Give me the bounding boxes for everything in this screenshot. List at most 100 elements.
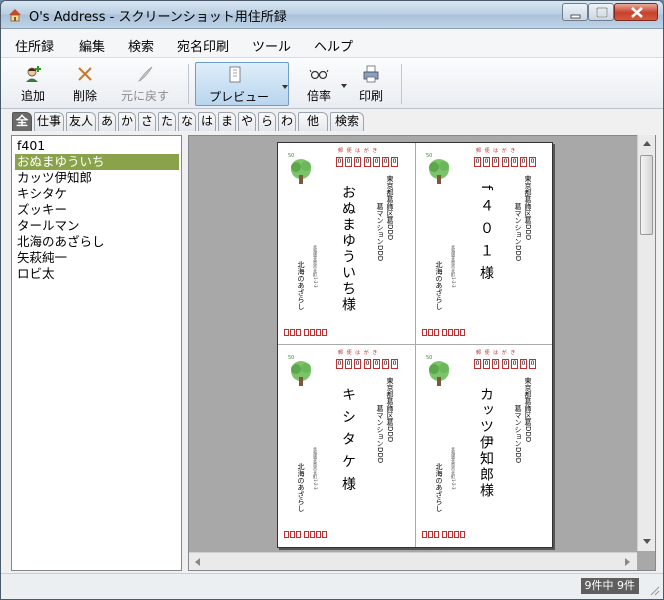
tab-na[interactable]: な: [178, 112, 196, 131]
zip-box: [304, 329, 309, 336]
zip-box: [316, 531, 321, 538]
title-bar[interactable]: O's Address - スクリーンショット用住所録: [1, 1, 663, 29]
maximize-button[interactable]: [588, 3, 614, 21]
scroll-down-icon[interactable]: [643, 539, 651, 544]
print-button[interactable]: 印刷: [353, 62, 389, 106]
tab-a[interactable]: あ: [98, 112, 116, 131]
scroll-left-icon[interactable]: [195, 558, 200, 566]
menu-search[interactable]: 検索: [128, 36, 154, 55]
recipient-address-line2: 葛マンションDDD: [376, 405, 384, 464]
contact-item[interactable]: 矢萩純一: [15, 250, 179, 266]
print-preview-pane[interactable]: 郵 便 は が き 50 0 0 0 0 0 0 0 東京都葛飾区葛DDD 葛マンションDDD おぬま…: [188, 135, 656, 571]
preview-dropdown-icon[interactable]: [282, 85, 288, 89]
contact-item[interactable]: ズッキー: [15, 202, 179, 218]
zip-box: [454, 531, 459, 538]
zip-box: [304, 531, 309, 538]
contact-item[interactable]: 北海のあざらし: [15, 234, 179, 250]
postcard-preview: 郵 便 は が き 50 0 0 0 0 0 0 0 東京都葛飾区葛DDD 葛マンションDDD f ４…: [416, 143, 553, 345]
toolbar: 追加 削除 元に戻す プレビュー 倍率 印刷: [1, 57, 663, 109]
tab-work[interactable]: 仕事: [34, 112, 64, 131]
tab-wa[interactable]: わ: [278, 112, 296, 131]
tab-other[interactable]: 他: [298, 112, 328, 131]
zip-box: [296, 329, 301, 336]
sender-name: 北海のあざらし: [435, 463, 443, 512]
menu-edit[interactable]: 編集: [79, 36, 105, 55]
close-icon: [631, 7, 643, 18]
zoom-button[interactable]: 倍率: [301, 62, 337, 106]
add-button[interactable]: 追加: [13, 62, 53, 106]
recipient-name: おぬまゆういち様: [340, 185, 356, 313]
tab-ma[interactable]: ま: [218, 112, 236, 131]
zip-digit: 0: [474, 359, 481, 369]
menu-help[interactable]: ヘルプ: [314, 36, 353, 55]
tab-ta[interactable]: た: [158, 112, 176, 131]
delete-x-icon: [78, 67, 92, 81]
horizontal-scrollbar[interactable]: [189, 552, 637, 570]
vertical-scrollbar[interactable]: [637, 135, 655, 551]
zip-digit: 0: [391, 359, 398, 369]
contact-item[interactable]: カッツ伊知郎: [15, 170, 179, 186]
recipient-address-line2: 葛マンションDDD: [514, 405, 522, 464]
tab-ra[interactable]: ら: [258, 112, 276, 131]
index-tabs: 全 仕事 友人 あ か さ た な は ま や ら わ 他 検索: [1, 109, 663, 131]
toolbar-separator: [188, 64, 189, 104]
maximize-icon: [596, 7, 608, 18]
contact-item[interactable]: タールマン: [15, 218, 179, 234]
minimize-icon: [570, 14, 581, 19]
recipient-address-line1: 東京都葛飾区葛DDD: [386, 377, 394, 443]
zip-box: [290, 531, 295, 538]
zip-digit: 0: [483, 359, 490, 369]
zip-digit: 0: [520, 359, 527, 369]
sender-address: 北海道北見市北町1-2-3: [313, 245, 318, 288]
sender-address: 北海道北見市北町1-2-3: [313, 447, 318, 490]
record-count: 9件中 9件: [580, 578, 639, 594]
zip-box: [322, 329, 327, 336]
resize-grip-icon[interactable]: [648, 584, 660, 596]
zip-digit: 0: [492, 157, 499, 167]
zip-digit: 0: [511, 359, 518, 369]
tab-ha[interactable]: は: [198, 112, 216, 131]
app-house-icon: [9, 9, 21, 22]
zip-digit: 0: [364, 157, 371, 167]
menu-address-book[interactable]: 住所録: [15, 36, 54, 55]
tab-sa[interactable]: さ: [138, 112, 156, 131]
preview-button[interactable]: プレビュー: [195, 62, 289, 106]
tab-search[interactable]: 検索: [330, 112, 364, 131]
tab-all[interactable]: 全: [12, 112, 32, 131]
contact-item[interactable]: ロビ太: [15, 266, 179, 282]
zip-box: [460, 531, 465, 538]
zip-digit: 0: [520, 157, 527, 167]
contact-item[interactable]: キシタケ: [15, 186, 179, 202]
zip-box: [422, 531, 427, 538]
minimize-button[interactable]: [562, 3, 588, 21]
sender-name: 北海のあざらし: [435, 261, 443, 310]
menu-tools[interactable]: ツール: [252, 36, 291, 55]
sender-name: 北海のあざらし: [297, 261, 305, 310]
close-button[interactable]: [614, 3, 658, 21]
zip-digit: 0: [511, 157, 518, 167]
undo-button[interactable]: 元に戻す: [113, 62, 177, 106]
scroll-right-icon[interactable]: [625, 558, 630, 566]
tab-friends[interactable]: 友人: [66, 112, 96, 131]
postcard-preview: 郵 便 は が き 50 0 0 0 0 0 0 0 東京都葛飾区葛DDD 葛マンションDDD キ シ…: [278, 345, 415, 547]
zip-digit: 0: [382, 359, 389, 369]
scroll-up-icon[interactable]: [643, 141, 651, 146]
zip-box: [290, 329, 295, 336]
zip-digit: 0: [354, 359, 361, 369]
zip-box: [442, 329, 447, 336]
tab-ka[interactable]: か: [118, 112, 136, 131]
add-person-icon: [26, 66, 41, 82]
menu-address-print[interactable]: 宛名印刷: [177, 36, 229, 55]
contact-item-selected[interactable]: おぬまゆういち: [15, 154, 179, 170]
menu-bar: 住所録 編集 検索 宛名印刷 ツール ヘルプ: [1, 29, 663, 57]
scroll-thumb[interactable]: [640, 155, 653, 235]
status-bar: 9件中 9件: [1, 573, 663, 599]
zoom-dropdown-icon[interactable]: [341, 84, 347, 88]
zip-digit: 0: [529, 359, 536, 369]
zip-box: [448, 329, 453, 336]
tab-ya[interactable]: や: [238, 112, 256, 131]
postcard-header: 郵 便 は が き: [338, 148, 379, 154]
contact-item[interactable]: f401: [15, 138, 179, 154]
delete-button[interactable]: 削除: [65, 62, 105, 106]
contact-list[interactable]: f401 おぬまゆういち カッツ伊知郎 キシタケ ズッキー タールマン 北海のあ…: [11, 135, 182, 571]
